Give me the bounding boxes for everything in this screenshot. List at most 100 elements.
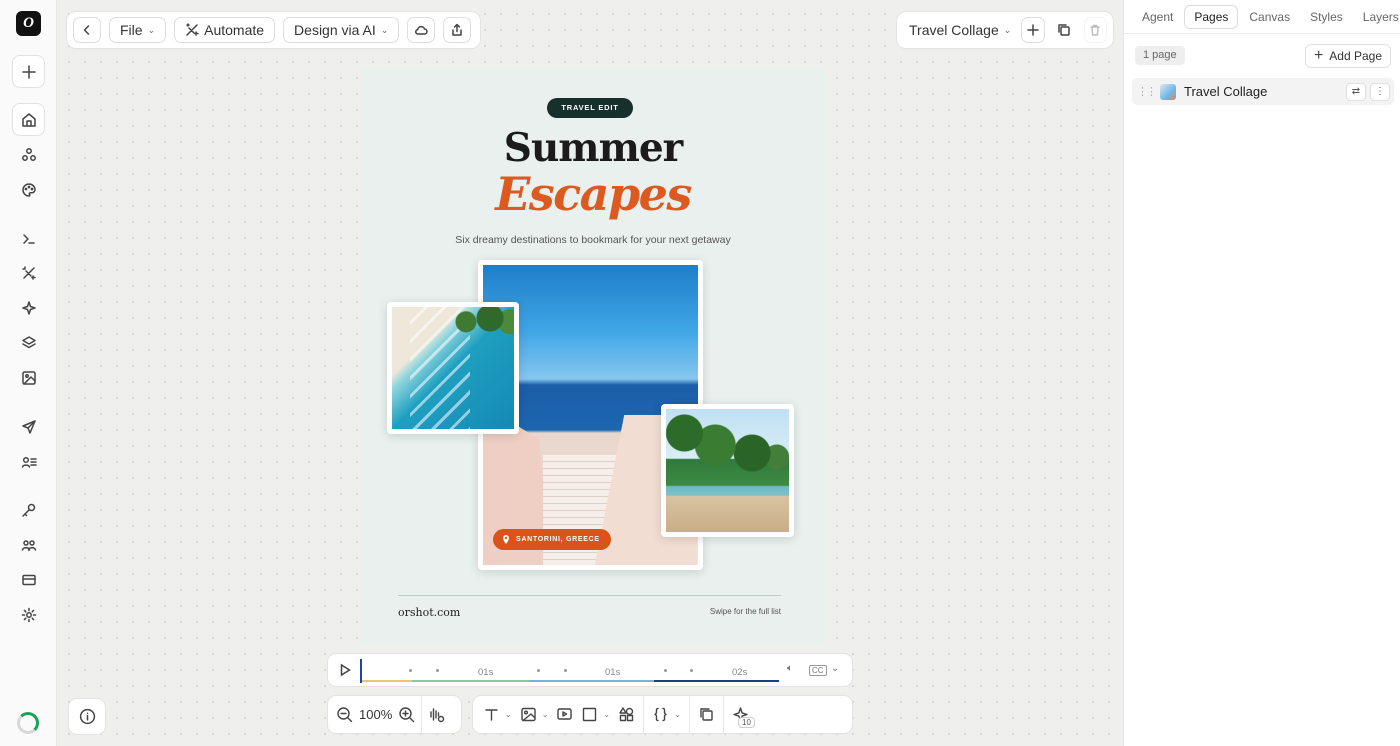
- rectangle-tool-icon[interactable]: [581, 706, 598, 723]
- terminal-icon[interactable]: [12, 222, 45, 255]
- timeline-dot: [436, 669, 439, 672]
- palm-beach-image: [666, 409, 789, 532]
- video-tool-icon[interactable]: [556, 706, 573, 723]
- image-icon[interactable]: [12, 361, 45, 394]
- animation-timeline[interactable]: 01s 01s 02s 🔈︎ CC ⌄: [327, 653, 853, 687]
- timeline-tick-2: 01s: [605, 667, 621, 678]
- footer-website[interactable]: orshot.com: [398, 606, 460, 619]
- add-page-label: Add Page: [1329, 49, 1382, 63]
- tab-styles[interactable]: Styles: [1301, 6, 1352, 28]
- automate-button[interactable]: Automate: [174, 17, 276, 43]
- ai-sparkle-icon[interactable]: [12, 291, 45, 324]
- app-root: O File ⌄ Automate Design via AI ⌄ Travel C…: [0, 0, 1400, 746]
- travel-edit-badge[interactable]: TRAVEL EDIT: [547, 98, 633, 118]
- tools-divider: [688, 695, 690, 734]
- contacts-icon[interactable]: [12, 445, 45, 478]
- title-escapes[interactable]: Escapes: [361, 167, 825, 221]
- aerial-beach-image: [392, 307, 514, 429]
- file-menu-label: File: [120, 22, 143, 38]
- delete-template-button[interactable]: [1083, 17, 1108, 43]
- audio-waveform-icon[interactable]: [428, 706, 445, 723]
- key-icon[interactable]: [12, 493, 45, 526]
- zoom-divider: [421, 695, 423, 734]
- timeline-track[interactable]: [362, 680, 779, 682]
- palm-beach-photo[interactable]: [661, 404, 794, 537]
- play-button[interactable]: [338, 663, 352, 677]
- insert-tools-bar: ⌄ ⌄ ⌄ ⌄ 10: [472, 695, 853, 734]
- variables-braces-icon[interactable]: [652, 706, 669, 723]
- loading-spinner-icon: [17, 712, 39, 734]
- timeline-dot: [537, 669, 540, 672]
- file-menu-button[interactable]: File ⌄: [109, 17, 167, 43]
- volume-icon[interactable]: 🔈︎: [787, 663, 793, 674]
- chevron-down-icon: ⌄: [380, 24, 389, 35]
- page-list-item[interactable]: ⋮⋮ Travel Collage ⇄ ⋮: [1132, 78, 1394, 105]
- timeline-dot: [564, 669, 567, 672]
- tab-layers[interactable]: Layers: [1354, 6, 1400, 28]
- home-icon[interactable]: [12, 103, 45, 136]
- chevron-down-icon[interactable]: ⌄: [505, 710, 512, 719]
- tab-pages[interactable]: Pages: [1184, 4, 1239, 29]
- aerial-beach-photo[interactable]: [387, 302, 519, 434]
- more-options-icon[interactable]: ⋮: [1370, 82, 1390, 101]
- palm-trees: [666, 409, 789, 489]
- add-template-button[interactable]: [1021, 17, 1045, 43]
- settings-gear-icon[interactable]: [12, 598, 45, 631]
- template-selector[interactable]: Travel Collage ⌄: [903, 17, 1018, 43]
- page-settings-icon[interactable]: ⇄: [1346, 82, 1366, 101]
- elements-tool-icon[interactable]: [618, 706, 635, 723]
- trash-icon: [1090, 24, 1101, 36]
- variables-count: 10: [738, 717, 755, 728]
- plus-icon: +: [1313, 47, 1324, 64]
- subtitle-text[interactable]: Six dreamy destinations to bookmark for …: [361, 234, 825, 246]
- cloud-sync-button[interactable]: [407, 17, 436, 43]
- drag-handle-icon[interactable]: ⋮⋮: [1137, 85, 1157, 98]
- chevron-down-icon[interactable]: ⌄: [674, 710, 681, 719]
- share-export-button[interactable]: [443, 17, 472, 43]
- chevron-down-icon[interactable]: ⌄: [831, 663, 839, 674]
- zoom-controls: 100%: [327, 695, 462, 734]
- duplicate-template-button[interactable]: [1052, 17, 1076, 43]
- automation-icon: [186, 23, 199, 36]
- send-icon[interactable]: [12, 410, 45, 443]
- new-icon[interactable]: [12, 55, 45, 88]
- app-logo[interactable]: O: [16, 11, 41, 36]
- tab-canvas[interactable]: Canvas: [1240, 6, 1299, 28]
- footer-swipe-text[interactable]: Swipe for the full list: [710, 607, 781, 616]
- info-button[interactable]: [68, 698, 106, 735]
- zoom-out-icon[interactable]: [336, 706, 353, 723]
- design-via-ai-button[interactable]: Design via AI ⌄: [283, 17, 400, 43]
- billing-icon[interactable]: [12, 563, 45, 596]
- automate-label: Automate: [204, 22, 265, 38]
- palette-icon[interactable]: [12, 173, 45, 206]
- artboard[interactable]: TRAVEL EDIT Summer Escapes Six dreamy de…: [361, 67, 825, 645]
- add-page-button[interactable]: + Add Page: [1304, 44, 1391, 68]
- duplicate-icon[interactable]: [698, 706, 715, 723]
- automation-icon[interactable]: [12, 256, 45, 289]
- team-icon[interactable]: [12, 528, 45, 561]
- location-pill[interactable]: SANTORINI, GREECE: [493, 529, 611, 550]
- share-icon: [452, 23, 463, 36]
- text-tool-icon[interactable]: [483, 706, 500, 723]
- zoom-level[interactable]: 100%: [359, 707, 392, 722]
- zoom-in-icon[interactable]: [398, 706, 415, 723]
- back-button[interactable]: [73, 17, 101, 43]
- tab-agent[interactable]: Agent: [1133, 6, 1182, 28]
- design-canvas[interactable]: File ⌄ Automate Design via AI ⌄ Travel Col…: [57, 0, 1123, 746]
- chevron-down-icon[interactable]: ⌄: [603, 710, 610, 719]
- title-summer[interactable]: Summer: [361, 125, 825, 171]
- shapes-icon[interactable]: [12, 138, 45, 171]
- beach-trees: [442, 307, 514, 337]
- page-count-badge: 1 page: [1135, 46, 1185, 65]
- captions-icon[interactable]: CC: [809, 665, 827, 676]
- info-icon: [79, 708, 95, 725]
- image-tool-icon[interactable]: [520, 706, 537, 723]
- design-via-ai-label: Design via AI: [294, 22, 376, 38]
- timeline-dot: [690, 669, 693, 672]
- layers-icon[interactable]: [12, 326, 45, 359]
- top-toolbar: File ⌄ Automate Design via AI ⌄: [66, 11, 481, 49]
- play-icon: [340, 663, 351, 677]
- chevron-down-icon[interactable]: ⌄: [542, 710, 549, 719]
- chevron-down-icon: ⌄: [147, 24, 156, 35]
- plus-icon: [1027, 24, 1039, 36]
